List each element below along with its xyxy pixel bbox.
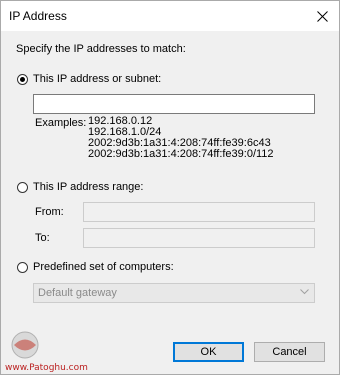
chevron-down-icon <box>300 289 309 295</box>
radio-subnet[interactable]: This IP address or subnet: <box>17 73 161 85</box>
from-label: From: <box>35 206 64 218</box>
to-input[interactable] <box>83 228 315 248</box>
radio-predefined-indicator[interactable] <box>17 261 28 273</box>
radio-predefined[interactable]: Predefined set of computers: <box>17 261 174 273</box>
close-button[interactable] <box>305 1 339 31</box>
examples-list: 192.168.0.12 192.168.1.0/24 2002:9d3b:1a… <box>88 116 274 160</box>
ok-button[interactable]: OK <box>173 342 244 362</box>
from-input[interactable] <box>83 202 315 222</box>
predefined-set-value: Default gateway <box>38 287 117 299</box>
dialog-content: Specify the IP addresses to match: This … <box>1 31 339 374</box>
radio-range-label: This IP address range: <box>33 181 144 193</box>
title-bar: IP Address <box>1 1 339 31</box>
ip-address-dialog: IP Address Specify the IP addresses to m… <box>0 0 340 375</box>
radio-predefined-label: Predefined set of computers: <box>33 261 174 273</box>
ip-subnet-input[interactable] <box>33 94 315 114</box>
cancel-button[interactable]: Cancel <box>254 342 325 362</box>
radio-subnet-indicator[interactable] <box>17 73 28 85</box>
example-value: 2002:9d3b:1a31:4:208:74ff:fe39:0/112 <box>88 148 274 160</box>
predefined-set-select[interactable]: Default gateway <box>33 283 315 303</box>
watermark-text: www.Patoghu.com <box>5 363 88 373</box>
watermark: www.Patoghu.com <box>5 329 115 374</box>
radio-subnet-label: This IP address or subnet: <box>33 73 162 85</box>
watermark-logo <box>11 331 39 359</box>
radio-range-indicator[interactable] <box>17 181 28 193</box>
close-icon <box>316 10 328 22</box>
prompt-label: Specify the IP addresses to match: <box>16 43 186 55</box>
examples-label: Examples: <box>35 117 87 129</box>
window-title: IP Address <box>9 9 67 23</box>
radio-range[interactable]: This IP address range: <box>17 181 143 193</box>
to-label: To: <box>35 232 50 244</box>
